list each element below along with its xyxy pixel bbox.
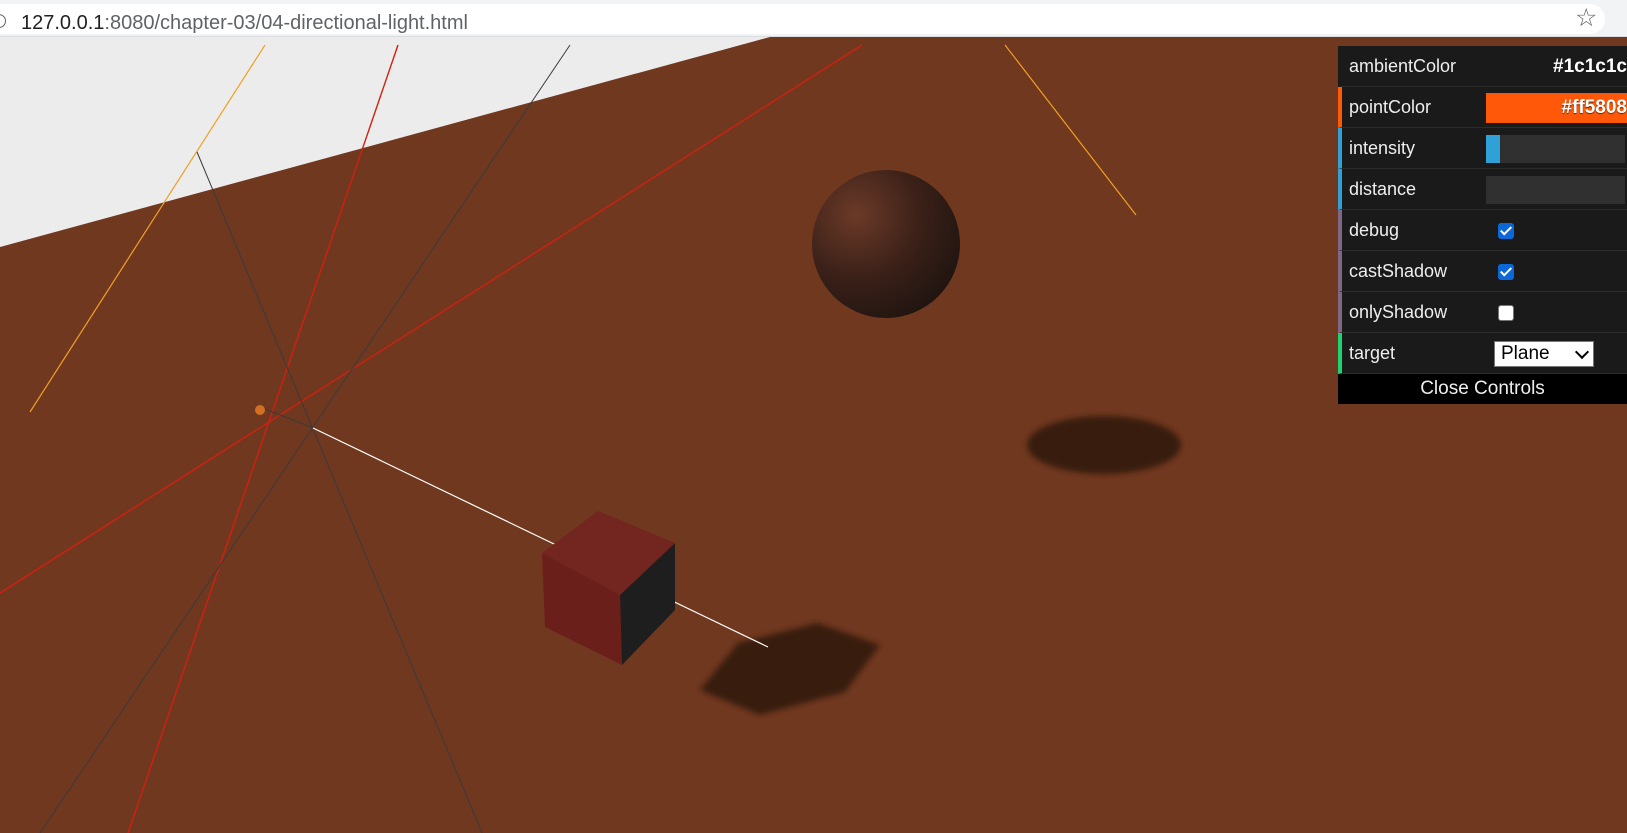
debug-checkbox[interactable]: [1498, 223, 1514, 239]
star-icon[interactable]: ☆: [1575, 3, 1597, 33]
intensity-label: intensity: [1349, 138, 1416, 158]
target-select-value: Plane: [1501, 343, 1550, 364]
debug-row: debug: [1338, 210, 1627, 251]
debug-label: debug: [1349, 220, 1400, 240]
url-host: 127.0.0.1: [21, 12, 105, 34]
chevron-down-icon: [1574, 344, 1590, 360]
sphere-shadow: [1027, 416, 1181, 474]
only-shadow-checkbox[interactable]: [1498, 305, 1514, 321]
point-color-input[interactable]: #ff5808: [1486, 93, 1627, 123]
ambient-color-label: ambientColor: [1349, 56, 1457, 76]
cast-shadow-checkbox[interactable]: [1498, 264, 1514, 280]
intensity-slider-fill: [1486, 135, 1500, 163]
target-select[interactable]: Plane: [1494, 341, 1594, 367]
intensity-row: intensity: [1338, 128, 1627, 169]
cast-shadow-row: castShadow: [1338, 251, 1627, 292]
intensity-slider[interactable]: [1486, 135, 1625, 163]
point-color-row: pointColor #ff5808: [1338, 87, 1627, 128]
cast-shadow-label: castShadow: [1349, 261, 1448, 281]
close-controls-button[interactable]: Close Controls: [1338, 374, 1627, 404]
light-source-dot: [255, 405, 265, 415]
target-row: target Plane: [1338, 333, 1627, 374]
controls-panel: ambientColor #1c1c1c pointColor #ff5808 …: [1338, 46, 1627, 404]
ambient-color-row: ambientColor #1c1c1c: [1338, 46, 1627, 87]
url-text[interactable]: 127.0.0.1:8080/chapter-03/04-directional…: [21, 12, 468, 35]
ambient-color-input[interactable]: #1c1c1c: [1486, 52, 1627, 82]
url-path: :8080/chapter-03/04-directional-light.ht…: [104, 12, 468, 34]
info-circle-icon[interactable]: [0, 14, 6, 28]
distance-row: distance: [1338, 169, 1627, 210]
omnibox[interactable]: 127.0.0.1:8080/chapter-03/04-directional…: [0, 4, 1605, 34]
distance-slider[interactable]: [1486, 176, 1625, 204]
sphere: [812, 170, 960, 318]
distance-label: distance: [1349, 179, 1417, 199]
point-color-label: pointColor: [1349, 97, 1432, 117]
browser-address-bar: 127.0.0.1:8080/chapter-03/04-directional…: [0, 0, 1627, 37]
only-shadow-row: onlyShadow: [1338, 292, 1627, 333]
only-shadow-label: onlyShadow: [1349, 302, 1448, 322]
target-label: target: [1349, 343, 1396, 363]
